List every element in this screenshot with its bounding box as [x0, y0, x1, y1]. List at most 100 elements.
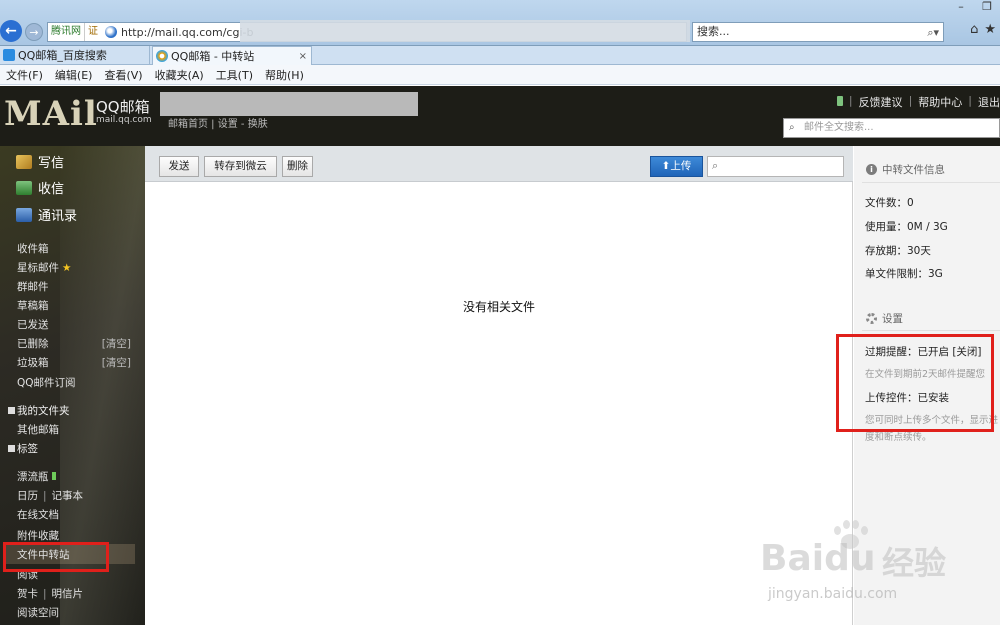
app-attachments[interactable]: 附件收藏: [17, 528, 137, 543]
brand-name: QQ邮箱: [96, 98, 150, 116]
receive-label: 收信: [38, 182, 65, 197]
menu-favorites[interactable]: 收藏夹(A): [155, 67, 204, 83]
folder-inbox[interactable]: 收件箱: [17, 241, 137, 256]
other-mailbox-link[interactable]: 其他邮箱: [17, 422, 137, 437]
header-links: | 反馈建议 | 帮助中心 | 退出: [836, 94, 1000, 110]
search-icon[interactable]: ⌕▾: [927, 24, 939, 42]
folder-subscriptions[interactable]: QQ邮件订阅: [17, 375, 137, 390]
forward-button[interactable]: →: [25, 23, 43, 41]
qqmail-logo[interactable]: MAil: [4, 94, 98, 134]
star-icon: ★: [62, 262, 72, 274]
menu-edit[interactable]: 编辑(E): [55, 67, 93, 83]
file-transfer-main: 发送 转存到微云 删除 ⬆上传 ⌕ 没有相关文件: [145, 146, 853, 625]
minimize-icon[interactable]: –: [948, 0, 974, 16]
section-my-folders[interactable]: 我的文件夹: [8, 403, 70, 418]
window-controls: – ❐: [948, 0, 1000, 16]
clear-deleted-link[interactable]: [清空]: [102, 336, 131, 351]
address-redaction: [240, 20, 690, 42]
receive-button[interactable]: 收信: [16, 178, 64, 197]
search-icon: ⌕: [789, 122, 795, 133]
help-center-link[interactable]: 帮助中心: [918, 94, 962, 110]
settings-title: 设置: [866, 311, 903, 326]
mobile-icon[interactable]: [836, 96, 843, 106]
gear-icon: [866, 313, 877, 324]
site-favicon-icon: [105, 26, 117, 38]
app-drift-bottle[interactable]: 漂流瓶: [17, 469, 137, 484]
folder-group-mail[interactable]: 群邮件: [17, 279, 137, 294]
baidu-favicon-icon: [3, 49, 15, 61]
feedback-link[interactable]: 反馈建议: [859, 94, 903, 110]
app-reading-space[interactable]: 阅读空间: [17, 605, 137, 620]
home-icon[interactable]: ⌂: [970, 22, 978, 37]
logout-link[interactable]: 退出: [978, 94, 1000, 110]
send-button[interactable]: 发送: [159, 156, 199, 177]
certificate-icon[interactable]: 证: [85, 23, 101, 41]
menu-view[interactable]: 查看(V): [104, 67, 142, 83]
maximize-icon[interactable]: ❐: [974, 0, 1000, 16]
mail-search-placeholder: 邮件全文搜索...: [804, 122, 874, 133]
compose-button[interactable]: 写信: [16, 152, 64, 171]
empty-state-text: 没有相关文件: [462, 300, 535, 314]
contacts-label: 通讯录: [38, 209, 78, 224]
info-panel-title: i 中转文件信息: [866, 162, 945, 177]
annotation-highlight-box: [3, 542, 109, 572]
contacts-button[interactable]: 通讯录: [16, 205, 77, 224]
save-to-cloud-button[interactable]: 转存到微云: [204, 156, 277, 177]
tab-strip: QQ邮箱_百度搜索 QQ邮箱 - 中转站 ×: [0, 46, 1000, 65]
brand-domain: mail.qq.com: [96, 115, 152, 125]
tab-baidu-search[interactable]: QQ邮箱_百度搜索: [0, 46, 150, 65]
receive-icon: [16, 180, 32, 195]
app-online-docs[interactable]: 在线文档: [17, 507, 137, 522]
bottle-icon: [51, 472, 56, 480]
browser-search-placeholder: 搜索...: [697, 25, 730, 38]
tab-qqmail-transfer[interactable]: QQ邮箱 - 中转站 ×: [152, 46, 312, 65]
file-search-input[interactable]: ⌕: [707, 156, 844, 177]
tab-label: QQ邮箱 - 中转站: [171, 50, 255, 63]
folder-sent[interactable]: 已发送: [17, 317, 137, 332]
browser-search-input[interactable]: 搜索... ⌕▾: [692, 22, 944, 42]
menu-bar: 文件(F) 编辑(E) 查看(V) 收藏夹(A) 工具(T) 帮助(H): [0, 65, 1000, 85]
mail-header: MAil QQ邮箱 mail.qq.com 邮箱首页 | 设置 - 换肤 | 反…: [0, 86, 1000, 146]
folder-spam[interactable]: 垃圾箱 [清空]: [17, 355, 137, 370]
clear-spam-link[interactable]: [清空]: [102, 355, 131, 370]
app-greeting-postcard: 贺卡 | 明信片: [17, 588, 84, 600]
account-redaction: [160, 92, 418, 116]
compose-icon: [16, 154, 32, 169]
delete-button[interactable]: 删除: [282, 156, 313, 177]
annotation-highlight-box: [836, 334, 994, 432]
notebook-link[interactable]: 记事本: [52, 490, 84, 502]
browser-right-icons: ⌂ ★: [970, 22, 996, 37]
qqmail-favicon-icon: [156, 50, 168, 62]
calendar-link[interactable]: 日历: [17, 490, 38, 502]
expand-icon: [8, 407, 15, 414]
address-site-label: 腾讯网: [48, 23, 85, 41]
menu-help[interactable]: 帮助(H): [265, 67, 304, 83]
back-button[interactable]: ←: [0, 20, 22, 42]
upload-label: 上传: [670, 160, 692, 172]
header-nav[interactable]: 邮箱首页 | 设置 - 换肤: [168, 115, 268, 130]
upload-button[interactable]: ⬆上传: [650, 156, 703, 177]
mail-search-input[interactable]: ⌕ 邮件全文搜索...: [783, 118, 1000, 138]
address-url[interactable]: http://mail.qq.com/cgi-b: [117, 26, 253, 39]
divider: [862, 182, 1000, 183]
favorites-star-icon[interactable]: ★: [984, 22, 996, 37]
folder-deleted[interactable]: 已删除 [清空]: [17, 336, 137, 351]
info-icon: i: [866, 164, 877, 175]
sidebar: 写信 收信 通讯录 收件箱 星标邮件 ★ 群邮件 草稿箱 已发送 已删除 [清空] …: [0, 146, 150, 625]
section-tags[interactable]: 标签: [8, 441, 38, 456]
postcard-link[interactable]: 明信片: [52, 588, 84, 600]
single-file-limit: 单文件限制：3G: [865, 268, 943, 280]
app-calendar-notebook: 日历 | 记事本: [17, 490, 84, 502]
folder-drafts[interactable]: 草稿箱: [17, 298, 137, 313]
greeting-card-link[interactable]: 贺卡: [17, 588, 38, 600]
file-count: 文件数：0: [865, 197, 914, 209]
search-icon: ⌕: [712, 159, 719, 172]
contacts-icon: [16, 207, 32, 222]
menu-tools[interactable]: 工具(T): [216, 67, 253, 83]
folder-starred[interactable]: 星标邮件 ★: [17, 260, 137, 275]
expand-icon: [8, 445, 15, 452]
close-tab-icon[interactable]: ×: [299, 47, 307, 66]
menu-file[interactable]: 文件(F): [6, 67, 43, 83]
file-toolbar: 发送 转存到微云 删除 ⬆上传 ⌕: [145, 146, 853, 182]
storage-period: 存放期：30天: [865, 245, 931, 257]
